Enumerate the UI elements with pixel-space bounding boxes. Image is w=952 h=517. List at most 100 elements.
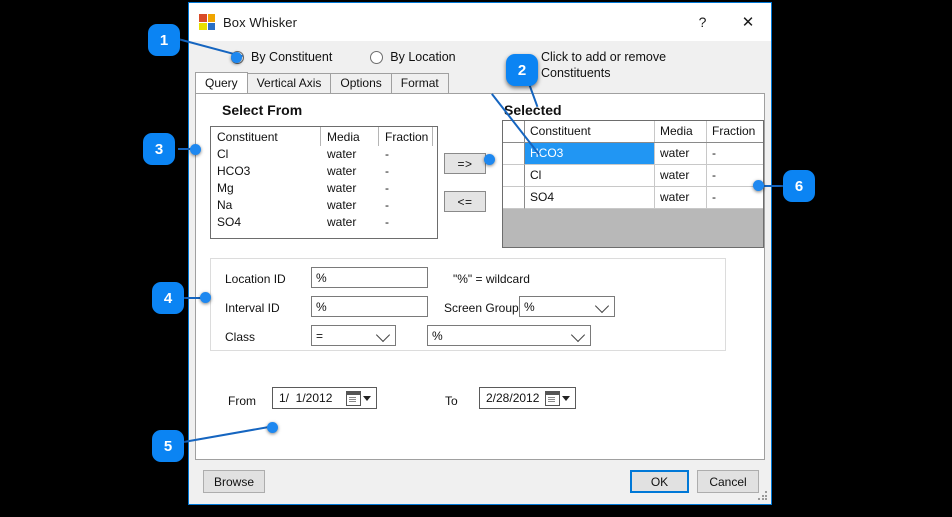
cell-constituent: Cl (211, 146, 321, 163)
screen-group-select[interactable]: % (519, 296, 615, 317)
wildcard-note: "%" = wildcard (453, 272, 530, 286)
radio-label-by-location: By Location (390, 50, 455, 64)
remove-constituent-button[interactable]: <= (444, 191, 486, 212)
callout-badge-2: 2 (506, 54, 538, 86)
cell-fraction: - (707, 187, 763, 209)
radio-by-location[interactable]: By Location (370, 50, 455, 64)
app-grid-icon (199, 14, 215, 30)
list-item[interactable]: Na water - (211, 197, 437, 214)
row-selector[interactable] (503, 165, 525, 187)
chevron-down-icon (363, 396, 371, 401)
location-id-input[interactable]: % (311, 267, 428, 288)
cell-constituent: SO4 (211, 214, 321, 231)
cell-media: water (321, 197, 379, 214)
selected-grid[interactable]: Constituent Media Fraction HCO3 water - … (502, 120, 764, 248)
chevron-down-icon (376, 328, 390, 342)
title-bar: Box Whisker ? ✕ (189, 3, 771, 41)
from-date-picker[interactable]: 1/ 1/2012 (272, 387, 377, 409)
callout-dot-6 (753, 180, 764, 191)
cell-constituent: Na (211, 197, 321, 214)
cell-fraction: - (379, 197, 433, 214)
location-id-label: Location ID (225, 272, 286, 286)
select-from-col-constituent: Constituent (211, 130, 321, 144)
callout-dot-4 (200, 292, 211, 303)
radio-by-constituent[interactable]: By Constituent (231, 50, 332, 64)
cell-fraction: - (379, 146, 433, 163)
callout-badge-6: 6 (783, 170, 815, 202)
callout-dot-2 (484, 154, 495, 165)
tab-options[interactable]: Options (330, 73, 391, 93)
table-row[interactable]: Cl water - (503, 165, 763, 187)
table-row[interactable]: SO4 water - (503, 187, 763, 209)
cell-media: water (321, 180, 379, 197)
screen-group-value: % (524, 300, 535, 314)
list-item[interactable]: Mg water - (211, 180, 437, 197)
callout-dot-5 (267, 422, 278, 433)
cell-media: water (655, 143, 707, 165)
help-icon[interactable]: ? (680, 3, 725, 41)
calendar-icon (346, 391, 361, 406)
cell-media: water (321, 214, 379, 231)
cancel-button[interactable]: Cancel (697, 470, 759, 493)
select-from-col-fraction: Fraction (379, 130, 433, 144)
window-title: Box Whisker (223, 15, 297, 30)
selected-col-constituent: Constituent (525, 121, 655, 142)
cell-media: water (321, 146, 379, 163)
cell-constituent: HCO3 (211, 163, 321, 180)
cell-media: water (655, 165, 707, 187)
tab-vertical-axis[interactable]: Vertical Axis (247, 73, 332, 93)
cell-constituent: Mg (211, 180, 321, 197)
query-filters-group: Location ID % "%" = wildcard Interval ID… (210, 258, 726, 351)
chevron-down-icon (571, 328, 585, 342)
chevron-down-icon (562, 396, 570, 401)
cell-fraction: - (379, 214, 433, 231)
cell-constituent: SO4 (525, 187, 655, 209)
selected-col-fraction: Fraction (707, 121, 763, 142)
interval-id-label: Interval ID (225, 301, 280, 315)
callout-badge-4: 4 (152, 282, 184, 314)
selected-grid-header-row: Constituent Media Fraction (503, 121, 763, 143)
radio-dot-by-location (370, 51, 383, 64)
list-item[interactable]: HCO3 water - (211, 163, 437, 180)
cell-media: water (655, 187, 707, 209)
row-selector[interactable] (503, 143, 525, 165)
select-from-col-media: Media (321, 130, 379, 144)
to-date-picker[interactable]: 2/28/2012 (479, 387, 576, 409)
callout-dot-1 (231, 52, 242, 63)
add-constituent-button[interactable]: => (444, 153, 486, 174)
list-item[interactable]: Cl water - (211, 146, 437, 163)
close-icon[interactable]: ✕ (725, 3, 771, 41)
to-label: To (445, 394, 458, 408)
class-value-select[interactable]: % (427, 325, 591, 346)
calendar-icon (545, 391, 560, 406)
cell-fraction: - (707, 143, 763, 165)
cell-fraction: - (379, 163, 433, 180)
tab-bar: Query Vertical Axis Options Format (189, 73, 771, 93)
select-from-list[interactable]: Constituent Media Fraction Cl water - HC… (210, 126, 438, 239)
to-date-value: 2/28/2012 (480, 391, 545, 405)
cell-constituent: Cl (525, 165, 655, 187)
callout-badge-3: 3 (143, 133, 175, 165)
tab-format[interactable]: Format (391, 73, 449, 93)
row-selector[interactable] (503, 187, 525, 209)
tab-query[interactable]: Query (195, 72, 248, 93)
class-value: % (432, 329, 443, 343)
table-row[interactable]: HCO3 water - (503, 143, 763, 165)
class-operator-value: = (316, 329, 323, 343)
cell-constituent: HCO3 (525, 143, 655, 165)
resize-grip[interactable] (758, 491, 768, 501)
chevron-down-icon (595, 299, 609, 313)
list-item[interactable]: SO4 water - (211, 214, 437, 231)
cell-media: water (321, 163, 379, 180)
selected-col-media: Media (655, 121, 707, 142)
ok-button[interactable]: OK (630, 470, 689, 493)
radio-label-by-constituent: By Constituent (251, 50, 332, 64)
dialog-footer: Browse OK Cancel (189, 460, 771, 504)
interval-id-input[interactable]: % (311, 296, 428, 317)
browse-button[interactable]: Browse (203, 470, 265, 493)
from-date-value: 1/ 1/2012 (273, 391, 346, 405)
class-operator-select[interactable]: = (311, 325, 396, 346)
select-from-header-row: Constituent Media Fraction (211, 127, 437, 146)
select-from-heading: Select From (222, 102, 302, 118)
callout-badge-1: 1 (148, 24, 180, 56)
